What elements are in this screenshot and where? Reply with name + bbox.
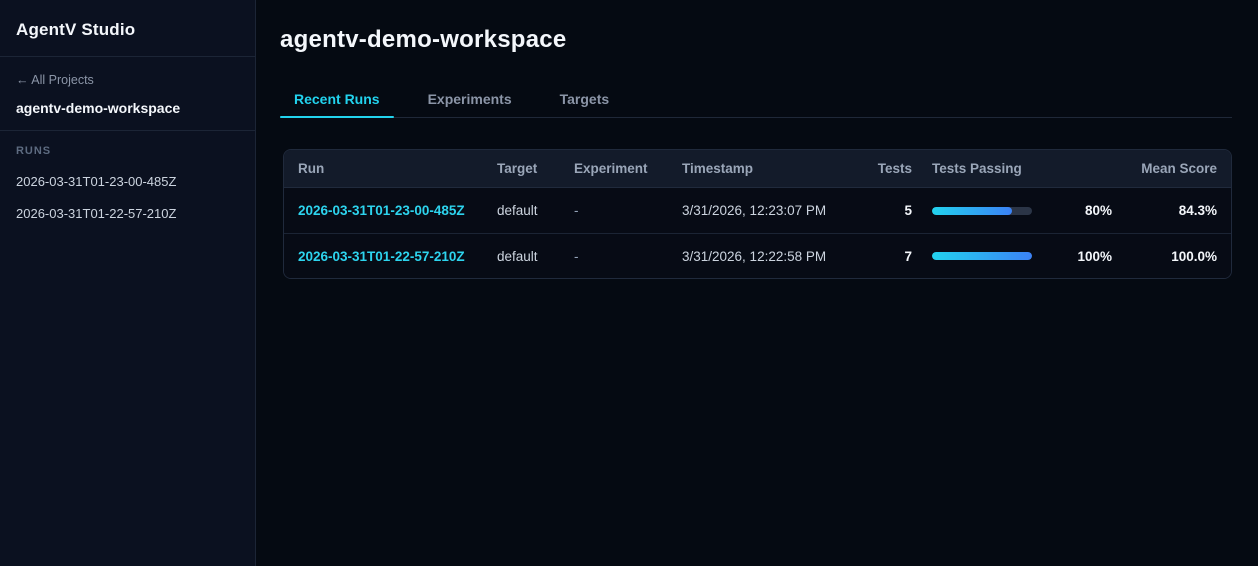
sidebar-header: AgentV Studio	[0, 0, 255, 57]
table-header-row: Run Target Experiment Timestamp Tests Te…	[284, 150, 1231, 188]
tests-passing-cell: 80%	[932, 203, 1112, 218]
column-header-target: Target	[497, 161, 538, 176]
run-timestamp: 3/31/2026, 12:23:07 PM	[682, 203, 827, 218]
sidebar-workspace-name: agentv-demo-workspace	[16, 100, 181, 116]
runs-table: Run Target Experiment Timestamp Tests Te…	[283, 149, 1232, 279]
table-row: 2026-03-31T01-22-57-210Z default - 3/31/…	[284, 233, 1231, 278]
all-projects-back-link[interactable]: ← All Projects	[16, 73, 94, 87]
tab-targets[interactable]: Targets	[546, 85, 624, 117]
tab-recent-runs[interactable]: Recent Runs	[280, 85, 394, 118]
main-content: agentv-demo-workspace Recent Runs Experi…	[256, 0, 1258, 566]
column-header-run: Run	[298, 161, 325, 176]
run-target: default	[497, 203, 538, 218]
run-tests-count: 7	[904, 248, 912, 264]
run-link[interactable]: 2026-03-31T01-22-57-210Z	[298, 249, 465, 264]
run-experiment: -	[574, 203, 579, 218]
progress-fill	[932, 206, 1012, 215]
tests-passing-percent: 80%	[1084, 203, 1112, 218]
app-title: AgentV Studio	[16, 20, 136, 39]
tab-experiments[interactable]: Experiments	[414, 85, 526, 117]
column-header-timestamp: Timestamp	[682, 161, 754, 176]
tab-bar: Recent Runs Experiments Targets	[280, 85, 1232, 118]
run-mean-score: 84.3%	[1178, 203, 1217, 218]
tests-passing-progress-bar	[932, 206, 1032, 215]
run-link[interactable]: 2026-03-31T01-23-00-485Z	[298, 203, 465, 218]
tests-passing-cell: 100%	[932, 249, 1112, 264]
page-title: agentv-demo-workspace	[280, 26, 567, 53]
column-header-experiment: Experiment	[574, 161, 648, 176]
run-timestamp: 3/31/2026, 12:22:58 PM	[682, 248, 827, 264]
run-mean-score: 100.0%	[1171, 248, 1217, 264]
run-tests-count: 5	[904, 203, 912, 218]
run-target: default	[497, 248, 538, 264]
run-experiment: -	[574, 248, 579, 264]
sidebar: AgentV Studio ← All Projects agentv-demo…	[0, 0, 256, 566]
sidebar-run-item[interactable]: 2026-03-31T01-23-00-485Z	[16, 174, 239, 189]
tests-passing-progress-bar	[932, 252, 1032, 260]
project-block: ← All Projects agentv-demo-workspace	[0, 57, 255, 131]
table-row: 2026-03-31T01-23-00-485Z default - 3/31/…	[284, 188, 1231, 233]
column-header-tests-passing: Tests Passing	[932, 161, 1022, 176]
sidebar-run-item[interactable]: 2026-03-31T01-22-57-210Z	[16, 206, 239, 221]
tests-passing-percent: 100%	[1077, 248, 1112, 264]
runs-section-label: RUNS	[16, 145, 52, 157]
progress-fill	[932, 252, 1032, 260]
column-header-mean-score: Mean Score	[1141, 161, 1217, 176]
column-header-tests: Tests	[877, 161, 912, 176]
runs-section: RUNS 2026-03-31T01-23-00-485Z 2026-03-31…	[0, 131, 255, 235]
